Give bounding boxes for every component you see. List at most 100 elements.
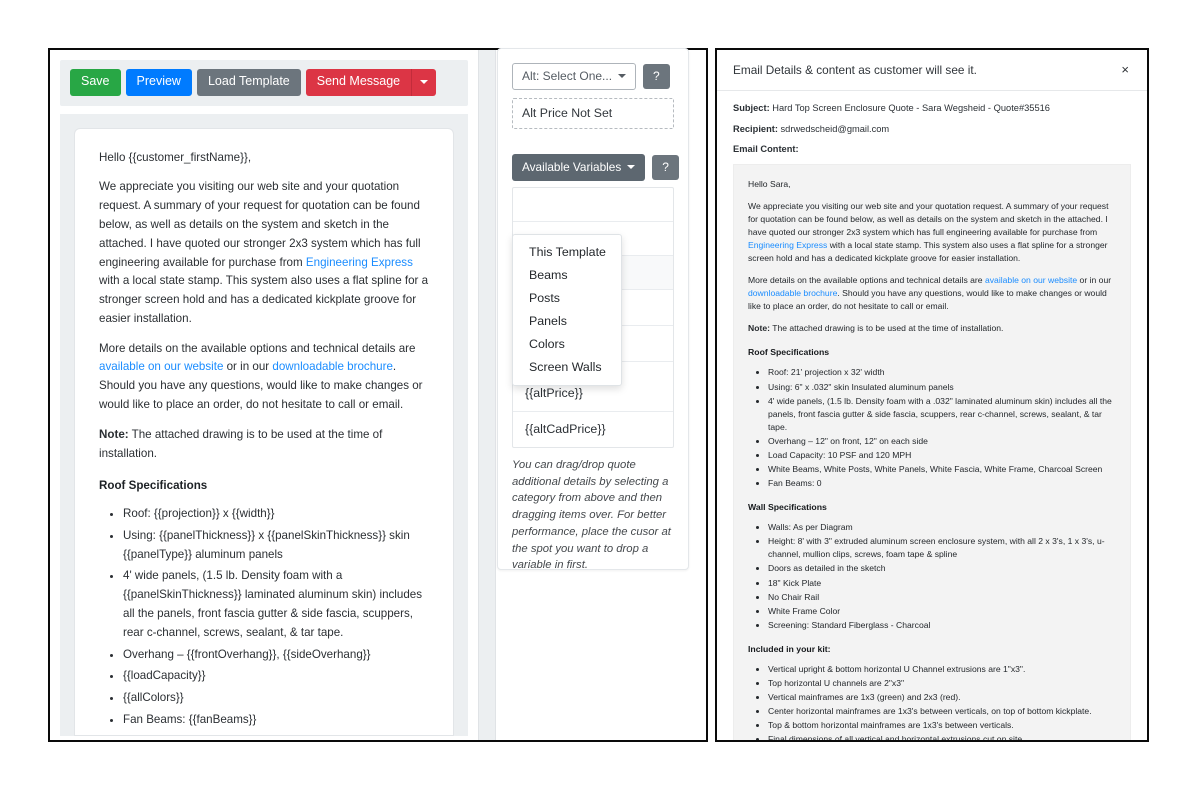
list-item: Vertical mainframes are 1x3 (green) and … [768, 691, 1116, 704]
list-item: No Chair Rail [768, 591, 1116, 604]
list-item: 4' wide panels, (1.5 lb. Density foam wi… [768, 395, 1116, 434]
list-item: {{allColors}} [123, 689, 429, 708]
preview-website-link[interactable]: available on our website [985, 275, 1077, 285]
preview-note-text: The attached drawing is to be used at th… [769, 323, 1004, 334]
recipient-value: sdrwedscheid@gmail.com [777, 123, 890, 134]
preview-note-label: Note: [748, 323, 770, 334]
list-item: Overhang – 12" on front, 12" on each sid… [768, 435, 1116, 448]
preview-kit-list: Vertical upright & bottom horizontal U C… [748, 663, 1116, 740]
preview-details-paragraph: More details on the available options an… [748, 274, 1116, 313]
dropdown-menu-item[interactable]: Panels [513, 310, 621, 333]
preview-engineering-express-link[interactable]: Engineering Express [748, 240, 827, 250]
details-text-b: or in our [223, 360, 273, 374]
modal-header: Email Details & content as customer will… [717, 50, 1147, 91]
engineering-express-link[interactable]: Engineering Express [306, 256, 413, 269]
intro-paragraph: We appreciate you visiting our web site … [99, 178, 429, 328]
available-variables-label: Available Variables [522, 160, 622, 174]
list-item: Roof: 21' projection x 32' width [768, 366, 1116, 379]
list-item: Load Capacity: 10 PSF and 120 MPH [768, 449, 1116, 462]
list-item: White Beams, White Posts, White Panels, … [768, 463, 1116, 476]
recipient-line: Recipient: sdrwedscheid@gmail.com [733, 123, 1131, 136]
available-variables-panel: Alt: Select One... ? Alt Price Not Set A… [497, 48, 689, 571]
list-item: Overhang – {{frontOverhang}}, {{sideOver… [123, 646, 429, 665]
greeting-paragraph: Hello {{customer_firstName}}, [99, 150, 252, 164]
variable-row[interactable] [513, 188, 673, 222]
preview-intro-paragraph: We appreciate you visiting our web site … [748, 200, 1116, 265]
dropdown-menu-item[interactable]: Colors [513, 333, 621, 356]
list-item: {{loadCapacity}} [123, 667, 429, 686]
details-paragraph: More details on the available options an… [99, 340, 429, 415]
preview-greeting: Hello Sara, [748, 178, 791, 189]
preview-wall-heading: Wall Specifications [748, 502, 827, 513]
email-content-label: Email Content: [733, 144, 799, 155]
available-variables-dropdown-menu[interactable]: This Template Beams Posts Panels Colors Scree… [512, 234, 622, 386]
save-button[interactable]: Save [70, 69, 121, 96]
subject-label: Subject: [733, 103, 770, 113]
roof-specifications-heading: Roof Specifications [99, 479, 208, 493]
chevron-down-icon [420, 79, 429, 84]
alt-price-select[interactable]: Alt: Select One... [512, 63, 637, 90]
editor-body-wrapper: Hello {{customer_firstName}}, We appreci… [60, 113, 468, 736]
brochure-link[interactable]: downloadable brochure [272, 360, 393, 373]
list-item: Walls: As per Diagram [768, 521, 1116, 534]
email-content-preview: Hello Sara, We appreciate you visiting o… [733, 163, 1131, 740]
note-text: The attached drawing is to be used at th… [99, 427, 383, 460]
send-message-button[interactable]: Send Message [305, 69, 413, 96]
list-item: 18" Kick Plate [768, 577, 1116, 590]
available-variables-help-button[interactable]: ? [652, 155, 679, 180]
list-item: Doors as detailed in the sketch [768, 562, 1116, 575]
list-item: Vertical upright & bottom horizontal U C… [768, 663, 1116, 676]
list-item: Center horizontal mainframes are 1x3's b… [768, 705, 1116, 718]
editor-scroll-gutter[interactable] [478, 50, 496, 740]
list-item: Fan Beams: 0 [768, 477, 1116, 490]
subject-line: Subject: Hard Top Screen Enclosure Quote… [733, 102, 1131, 115]
editor-column: Save Preview Load Template Send Message … [50, 50, 478, 740]
preview-button[interactable]: Preview [125, 69, 192, 96]
subject-value: Hard Top Screen Enclosure Quote - Sara W… [769, 103, 1050, 113]
dropdown-menu-item[interactable]: Posts [513, 287, 621, 310]
roof-specifications-list: Roof: {{projection}} x {{width}} Using: {… [99, 505, 429, 730]
template-content-area[interactable]: Hello {{customer_firstName}}, We appreci… [74, 127, 454, 736]
preview-brochure-link[interactable]: downloadable brochure [748, 288, 837, 298]
list-item: 4' wide panels, (1.5 lb. Density foam wi… [123, 567, 429, 642]
recipient-label: Recipient: [733, 123, 778, 134]
preview-wall-list: Walls: As per DiagramHeight: 8' with 3" … [748, 521, 1116, 632]
list-item: Using: {{panelThickness}} x {{panelSkinT… [123, 527, 429, 565]
list-item: Screening: Standard Fiberglass - Charcoa… [768, 619, 1116, 632]
note-paragraph: Note: The attached drawing is to be used… [99, 426, 429, 464]
close-icon[interactable]: × [1119, 63, 1131, 76]
variable-row[interactable]: {{altCadPrice}} [513, 412, 673, 447]
load-template-button[interactable]: Load Template [196, 69, 301, 96]
note-label: Note: [99, 427, 129, 441]
list-item: Roof: {{projection}} x {{width}} [123, 505, 429, 524]
details-text-a: More details on the available options an… [99, 341, 416, 355]
editor-toolbar: Save Preview Load Template Send Message [60, 60, 468, 106]
alt-price-help-button[interactable]: ? [643, 64, 670, 89]
available-variables-button[interactable]: Available Variables [512, 154, 646, 181]
chevron-down-icon [627, 165, 636, 169]
alt-price-dropzone[interactable]: Alt Price Not Set [512, 98, 674, 129]
list-item: White Frame Color [768, 605, 1116, 618]
list-item: Top horizontal U channels are 2"x3" [768, 677, 1116, 690]
chevron-down-icon [618, 74, 627, 78]
preview-note-paragraph: Note: The attached drawing is to be used… [748, 322, 1116, 335]
available-variables-row: Available Variables ? [512, 154, 679, 181]
alt-price-row: Alt: Select One... ? [512, 63, 674, 90]
list-item: Height: 8' with 3" extruded aluminum scr… [768, 535, 1116, 561]
modal-body: Subject: Hard Top Screen Enclosure Quote… [717, 91, 1147, 740]
dropdown-menu-item[interactable]: Screen Walls [513, 356, 621, 379]
dropdown-menu-item[interactable]: This Template [513, 241, 621, 264]
app-screenshot: Save Preview Load Template Send Message … [0, 0, 1200, 800]
preview-roof-list: Roof: 21' projection x 32' width Using: 6… [748, 366, 1116, 490]
list-item: Top & bottom horizontal mainframes are 1… [768, 719, 1116, 732]
list-item: Fan Beams: {{fanBeams}} [123, 711, 429, 730]
send-message-dropdown-toggle[interactable] [412, 69, 437, 96]
website-link[interactable]: available on our website [99, 360, 223, 373]
alt-price-select-label: Alt: Select One... [522, 69, 613, 83]
dropdown-menu-item[interactable]: Beams [513, 264, 621, 287]
intro-text-b: with a local state stamp. This system al… [99, 274, 429, 325]
preview-details-b: or in our [1077, 275, 1112, 286]
preview-roof-heading: Roof Specifications [748, 347, 830, 358]
email-preview-modal: Email Details & content as customer will… [715, 48, 1149, 742]
preview-kit-heading: Included in your kit: [748, 643, 831, 654]
